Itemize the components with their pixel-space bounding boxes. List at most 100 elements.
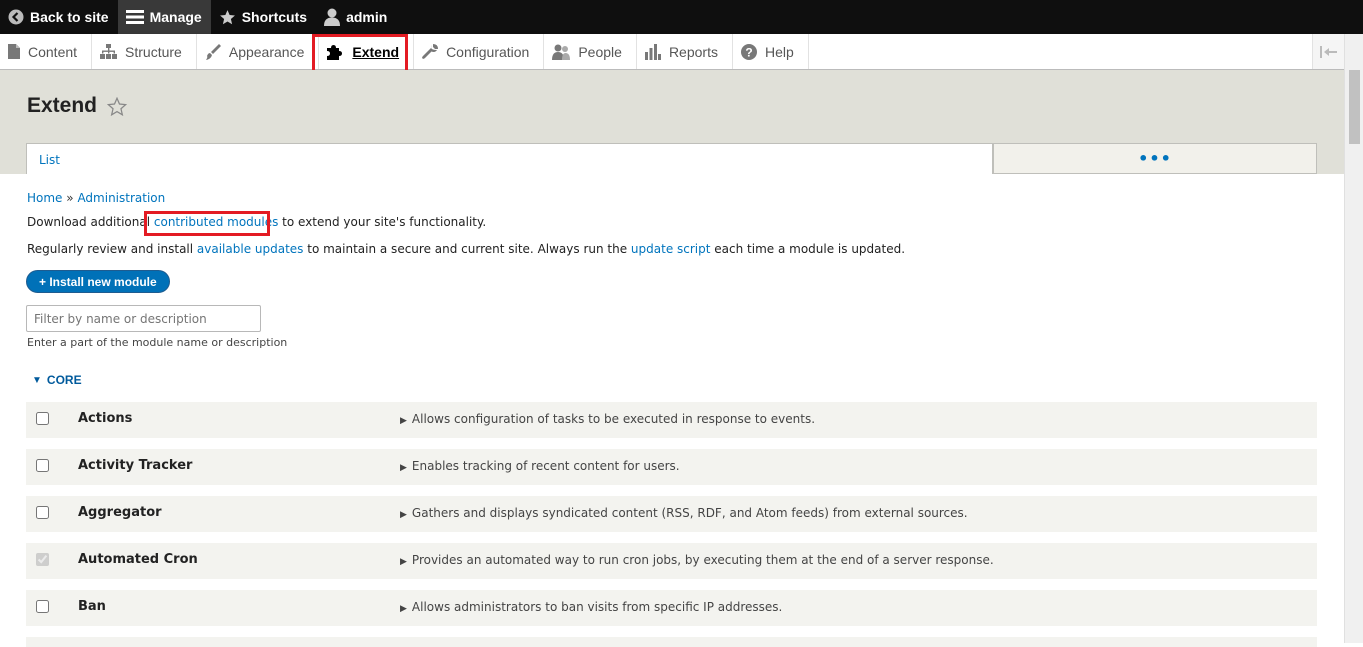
core-label: CORE <box>46 373 82 387</box>
tray-label-structure: Structure <box>125 43 182 60</box>
module-filter-input[interactable] <box>26 305 261 332</box>
more-dots-icon: ••• <box>1138 149 1172 168</box>
module-desc-text: Allows configuration of tasks to be exec… <box>411 412 816 426</box>
triangle-right-icon: ▶ <box>400 557 407 567</box>
module-row: Actions ▶ Allows configuration of tasks t… <box>26 402 1317 438</box>
module-description[interactable]: ▶ Enables tracking of recent content for … <box>400 459 680 473</box>
triangle-right-icon: ▶ <box>400 463 407 473</box>
user-icon <box>324 8 341 26</box>
manage-tab[interactable]: Manage <box>117 0 211 34</box>
triangle-right-icon: ▶ <box>400 416 407 426</box>
module-description[interactable]: ▶ Provides an automated way to run cron j… <box>400 553 994 567</box>
tray-label-people: People <box>578 43 622 60</box>
help-icon: ? <box>740 43 757 60</box>
triangle-down-icon: ▼ <box>32 374 42 386</box>
p1-text-before: Download additional <box>27 215 154 229</box>
module-name[interactable]: Automated Cron <box>78 552 198 567</box>
page-scrollbar[interactable] <box>1344 34 1363 643</box>
module-name[interactable]: Ban <box>78 599 106 614</box>
contributed-modules-link[interactable]: contributed modules <box>154 215 278 229</box>
p2-text-middle: to maintain a secure and current site. A… <box>303 242 631 256</box>
p2-text-after: each time a module is updated. <box>710 242 906 256</box>
module-checkbox-aggregator[interactable] <box>36 506 49 519</box>
puzzle-icon <box>327 44 343 60</box>
module-row: Activity Tracker ▶ Enables tracking of re… <box>26 449 1317 485</box>
svg-text:?: ? <box>745 45 752 59</box>
user-label: admin <box>346 9 388 25</box>
paintbrush-icon <box>205 43 221 60</box>
tray-item-reports[interactable]: Reports <box>637 34 733 69</box>
admin-menu-tray: Content Structure Appearance Extend Conf… <box>0 34 1345 70</box>
module-desc-text: Enables tracking of recent content for u… <box>411 459 680 473</box>
back-arrow-icon <box>8 9 24 25</box>
module-row: Automated Cron ▶ Provides an automated wa… <box>26 543 1317 579</box>
people-icon <box>552 44 571 60</box>
scrollbar-thumb[interactable] <box>1349 70 1360 144</box>
tab-list[interactable]: List <box>26 143 993 174</box>
breadcrumb: Home » Administration <box>27 191 165 205</box>
user-tab[interactable]: admin <box>316 0 396 34</box>
available-updates-link[interactable]: available updates <box>197 242 304 256</box>
tray-item-help[interactable]: ? Help <box>733 34 809 69</box>
tray-label-extend: Extend <box>352 43 400 60</box>
shortcuts-label: Shortcuts <box>241 9 308 25</box>
module-list: Actions ▶ Allows configuration of tasks t… <box>26 402 1317 647</box>
p2-text-before: Regularly review and install <box>27 242 197 256</box>
back-to-site-link[interactable]: Back to site <box>0 0 118 34</box>
tab-list-label: List <box>39 153 60 167</box>
module-row-partial <box>26 637 1317 647</box>
tray-label-content: Content <box>28 43 78 60</box>
bar-chart-icon <box>644 43 661 60</box>
module-checkbox-ban[interactable] <box>36 600 49 613</box>
intro-paragraph-updates: Regularly review and install available u… <box>27 242 905 256</box>
page-title-text: Extend <box>27 94 98 117</box>
shortcuts-tab[interactable]: Shortcuts <box>211 0 316 34</box>
module-checkbox-actions[interactable] <box>36 412 49 425</box>
breadcrumb-separator: » <box>66 191 74 205</box>
module-name[interactable]: Aggregator <box>78 505 162 520</box>
module-description[interactable]: ▶ Gathers and displays syndicated content… <box>400 506 968 520</box>
p1-text-after: to extend your site's functionality. <box>278 215 487 229</box>
tray-item-content[interactable]: Content <box>0 34 93 69</box>
tray-orientation-toggle[interactable] <box>1312 34 1345 69</box>
module-row: Ban ▶ Allows administrators to ban visits… <box>26 590 1317 626</box>
intro-paragraph-download: Download additional contributed modules … <box>27 215 486 229</box>
star-icon <box>219 9 235 24</box>
module-desc-text: Gathers and displays syndicated content … <box>411 506 968 520</box>
filter-description: Enter a part of the module name or descr… <box>27 336 288 349</box>
breadcrumb-home[interactable]: Home <box>27 191 62 205</box>
page-title: Extend <box>27 94 128 118</box>
tray-label-reports: Reports <box>668 43 718 60</box>
tray-item-appearance[interactable]: Appearance <box>197 34 320 69</box>
tray-item-structure[interactable]: Structure <box>92 34 197 69</box>
tray-item-people[interactable]: People <box>544 34 637 69</box>
primary-tabs: List ••• <box>26 143 1317 174</box>
tray-label-help: Help <box>764 43 794 60</box>
update-script-link[interactable]: update script <box>631 242 711 256</box>
module-desc-text: Allows administrators to ban visits from… <box>411 600 783 614</box>
module-name[interactable]: Actions <box>78 411 132 426</box>
tray-label-appearance: Appearance <box>228 43 305 60</box>
core-section-toggle[interactable]: ▼ CORE <box>32 373 82 387</box>
star-outline-icon[interactable] <box>107 96 128 116</box>
hamburger-icon <box>125 10 144 24</box>
install-new-module-button[interactable]: + Install new module <box>26 270 170 293</box>
page-header: Extend List ••• <box>0 70 1345 174</box>
tray-label-configuration: Configuration <box>446 43 530 60</box>
module-checkbox-automated-cron <box>36 553 49 566</box>
page-icon <box>8 44 20 59</box>
back-to-site-label: Back to site <box>30 9 109 25</box>
module-description[interactable]: ▶ Allows administrators to ban visits fro… <box>400 600 782 614</box>
sitemap-icon <box>100 44 118 59</box>
tabs-more-button[interactable]: ••• <box>993 143 1317 174</box>
wrench-icon <box>422 43 439 59</box>
breadcrumb-administration[interactable]: Administration <box>77 191 165 205</box>
module-name[interactable]: Activity Tracker <box>78 458 192 473</box>
admin-toolbar: Back to site Manage Shortcuts admin <box>0 0 1363 34</box>
triangle-right-icon: ▶ <box>400 510 407 520</box>
module-checkbox-activity-tracker[interactable] <box>36 459 49 472</box>
tray-item-configuration[interactable]: Configuration <box>414 34 545 69</box>
collapse-left-icon <box>1320 45 1337 58</box>
tray-item-extend[interactable]: Extend <box>319 34 415 69</box>
module-description[interactable]: ▶ Allows configuration of tasks to be exe… <box>400 412 815 426</box>
